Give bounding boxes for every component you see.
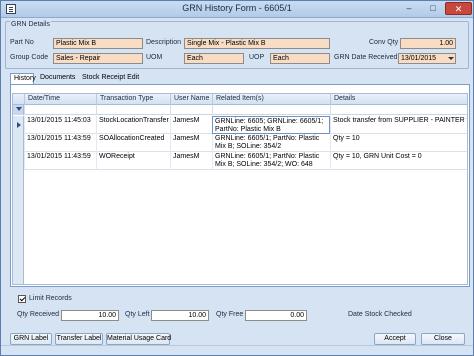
cell-details[interactable]: Stock transfer from SUPPLIER - PAINTER t… bbox=[330, 116, 467, 134]
filter-icon[interactable] bbox=[13, 105, 24, 115]
accept-button[interactable]: Accept bbox=[374, 333, 416, 345]
col-transaction-type[interactable]: Transaction Type bbox=[96, 94, 170, 105]
part-no-label: Part No bbox=[10, 39, 34, 46]
grn-date-value: 13/01/2015 bbox=[401, 55, 437, 62]
limit-records-checkbox[interactable] bbox=[18, 295, 26, 303]
tab-documents[interactable]: Documents bbox=[37, 73, 78, 84]
cell-details[interactable]: Qty = 10, GRN Unit Cost = 0 bbox=[330, 152, 467, 170]
chevron-down-icon[interactable] bbox=[448, 57, 454, 60]
filter-details[interactable] bbox=[330, 105, 467, 115]
filter-row bbox=[13, 105, 467, 115]
row-selector[interactable] bbox=[13, 134, 24, 152]
cell-transaction-type[interactable]: StockLocationTransfer bbox=[96, 116, 170, 134]
title-bar: GRN History Form - 6605/1 – □ ✕ bbox=[1, 1, 473, 18]
material-usage-card-button[interactable]: Material Usage Card bbox=[106, 333, 171, 345]
cell-user-name[interactable]: JamesM bbox=[170, 152, 212, 170]
uop-field[interactable]: Each bbox=[270, 53, 330, 64]
cell-related-items[interactable]: GRNLine: 6605; GRNLine: 6605/1; PartNo: … bbox=[212, 116, 330, 134]
minimize-button[interactable]: – bbox=[397, 2, 421, 15]
group-code-label: Group Code bbox=[10, 54, 49, 61]
col-details[interactable]: Details bbox=[330, 94, 467, 105]
conv-qty-label: Conv Qty bbox=[369, 39, 399, 46]
cell-datetime[interactable]: 13/01/2015 11:45:03 bbox=[24, 116, 96, 134]
row-selector-column bbox=[13, 169, 24, 284]
tab-history[interactable]: History bbox=[10, 73, 36, 84]
tab-stock-receipt-edit[interactable]: Stock Receipt Edit bbox=[79, 73, 142, 84]
limit-records-label: Limit Records bbox=[29, 295, 72, 302]
qty-left-label: Qty Left bbox=[125, 311, 150, 318]
table-row[interactable]: 13/01/2015 11:43:59 WOReceipt JamesM GRN… bbox=[13, 152, 467, 170]
cell-user-name[interactable]: JamesM bbox=[170, 134, 212, 152]
maximize-button[interactable]: □ bbox=[421, 2, 445, 15]
table-row[interactable]: 13/01/2015 11:43:59 SOAllocationCreated … bbox=[13, 134, 467, 152]
conv-qty-field[interactable]: 1.00 bbox=[400, 38, 456, 49]
filter-transaction-type[interactable] bbox=[96, 105, 170, 115]
qty-received-field[interactable]: 10.00 bbox=[61, 310, 119, 321]
part-no-field[interactable]: Plastic Mix B bbox=[53, 38, 143, 49]
table-row[interactable]: 13/01/2015 11:45:03 StockLocationTransfe… bbox=[13, 116, 467, 134]
close-button[interactable]: Close bbox=[421, 333, 465, 345]
col-datetime[interactable]: Date/Time bbox=[24, 94, 96, 105]
cell-related-items[interactable]: GRNLine: 6605/1; PartNo: Plastic Mix B; … bbox=[212, 152, 330, 170]
grid-header: Date/Time Transaction Type User Name Rel… bbox=[13, 94, 467, 105]
cell-transaction-type[interactable]: SOAllocationCreated bbox=[96, 134, 170, 152]
qty-left-field[interactable]: 10.00 bbox=[151, 310, 209, 321]
qty-free-field[interactable]: 0.00 bbox=[245, 310, 307, 321]
cell-details[interactable]: Qty = 10 bbox=[330, 134, 467, 152]
status-bar bbox=[1, 345, 473, 355]
col-user-name[interactable]: User Name bbox=[170, 94, 212, 105]
group-code-field[interactable]: Sales - Repair bbox=[53, 53, 143, 64]
grn-label-button[interactable]: GRN Label bbox=[10, 333, 52, 345]
cell-datetime[interactable]: 13/01/2015 11:43:59 bbox=[24, 152, 96, 170]
date-stock-checked-label: Date Stock Checked bbox=[348, 311, 412, 318]
row-selector[interactable] bbox=[13, 152, 24, 170]
description-field[interactable]: Single Mix - Plastic Mix B bbox=[184, 38, 330, 49]
cell-datetime[interactable]: 13/01/2015 11:43:59 bbox=[24, 134, 96, 152]
transfer-label-button[interactable]: Transfer Label bbox=[55, 333, 103, 345]
cell-related-items[interactable]: GRNLine: 6605/1; PartNo: Plastic Mix B; … bbox=[212, 134, 330, 152]
grn-date-field[interactable]: 13/01/2015 bbox=[398, 53, 456, 64]
filter-user-name[interactable] bbox=[170, 105, 212, 115]
uop-label: UOP bbox=[249, 54, 265, 61]
filter-related-items[interactable] bbox=[212, 105, 330, 115]
grn-date-label: GRN Date Received: bbox=[334, 54, 400, 61]
grn-details-title: GRN Details bbox=[10, 21, 51, 28]
qty-received-label: Qty Received bbox=[17, 311, 60, 318]
cell-transaction-type[interactable]: WOReceipt bbox=[96, 152, 170, 170]
qty-free-label: Qty Free bbox=[216, 311, 244, 318]
col-related-items[interactable]: Related Item(s) bbox=[212, 94, 330, 105]
description-label: Description bbox=[146, 39, 182, 46]
history-grid: Date/Time Transaction Type User Name Rel… bbox=[12, 93, 468, 285]
cell-user-name[interactable]: JamesM bbox=[170, 116, 212, 134]
grn-details-group: GRN Details Part No Plastic Mix B Descri… bbox=[5, 21, 469, 69]
uom-label: UOM bbox=[146, 54, 163, 61]
filter-datetime[interactable] bbox=[24, 105, 96, 115]
uom-field[interactable]: Each bbox=[184, 53, 244, 64]
grn-history-window: GRN History Form - 6605/1 – □ ✕ GRN Deta… bbox=[0, 0, 474, 356]
history-panel: Date/Time Transaction Type User Name Rel… bbox=[10, 84, 470, 287]
current-row-indicator[interactable] bbox=[13, 116, 24, 134]
close-window-button[interactable]: ✕ bbox=[445, 2, 472, 15]
